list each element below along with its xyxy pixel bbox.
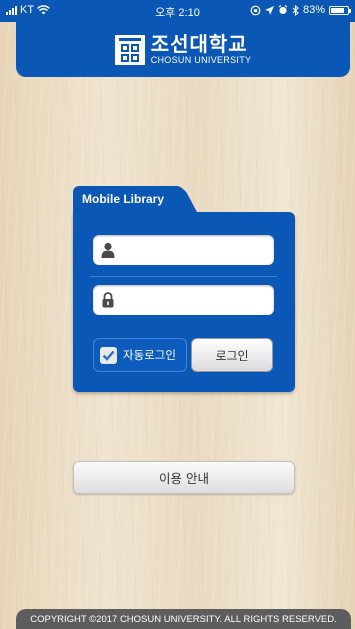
battery-percent: 83%: [302, 4, 325, 16]
battery-icon: [329, 5, 351, 15]
auto-login-label: 자동로그인: [123, 348, 176, 362]
university-logo: 조선대학교 CHOSUN UNIVERSITY: [114, 32, 252, 65]
location-icon: [264, 5, 274, 15]
password-field[interactable]: [93, 285, 274, 315]
checkmark-icon: [102, 350, 115, 361]
status-right: 83%: [250, 4, 351, 16]
status-bar: KT 오후 2:10 83%: [0, 0, 355, 22]
university-name-kr: 조선대학교: [150, 32, 248, 56]
login-button[interactable]: 로그인: [191, 338, 273, 372]
emblem-icon: [114, 34, 145, 65]
auto-login-checkbox[interactable]: [100, 346, 117, 364]
app-header: 조선대학교 CHOSUN UNIVERSITY: [16, 22, 350, 77]
id-input[interactable]: [119, 235, 269, 265]
copyright-footer: COPYRIGHT ©2017 CHOSUN UNIVERSITY. ALL R…: [16, 609, 351, 629]
bluetooth-icon: [292, 4, 299, 16]
alarm-icon: [278, 5, 288, 15]
field-divider: [90, 276, 277, 277]
login-panel-title: Mobile Library: [82, 192, 165, 206]
usage-guide-button[interactable]: 이용 안내: [73, 461, 295, 494]
university-name-en: CHOSUN UNIVERSITY: [150, 55, 252, 65]
password-input[interactable]: [119, 285, 269, 315]
id-field[interactable]: [93, 235, 274, 265]
auto-login-toggle[interactable]: 자동로그인: [93, 338, 187, 372]
orientation-lock-icon: [250, 5, 261, 15]
user-icon: [101, 242, 115, 258]
lock-icon: [102, 292, 114, 308]
